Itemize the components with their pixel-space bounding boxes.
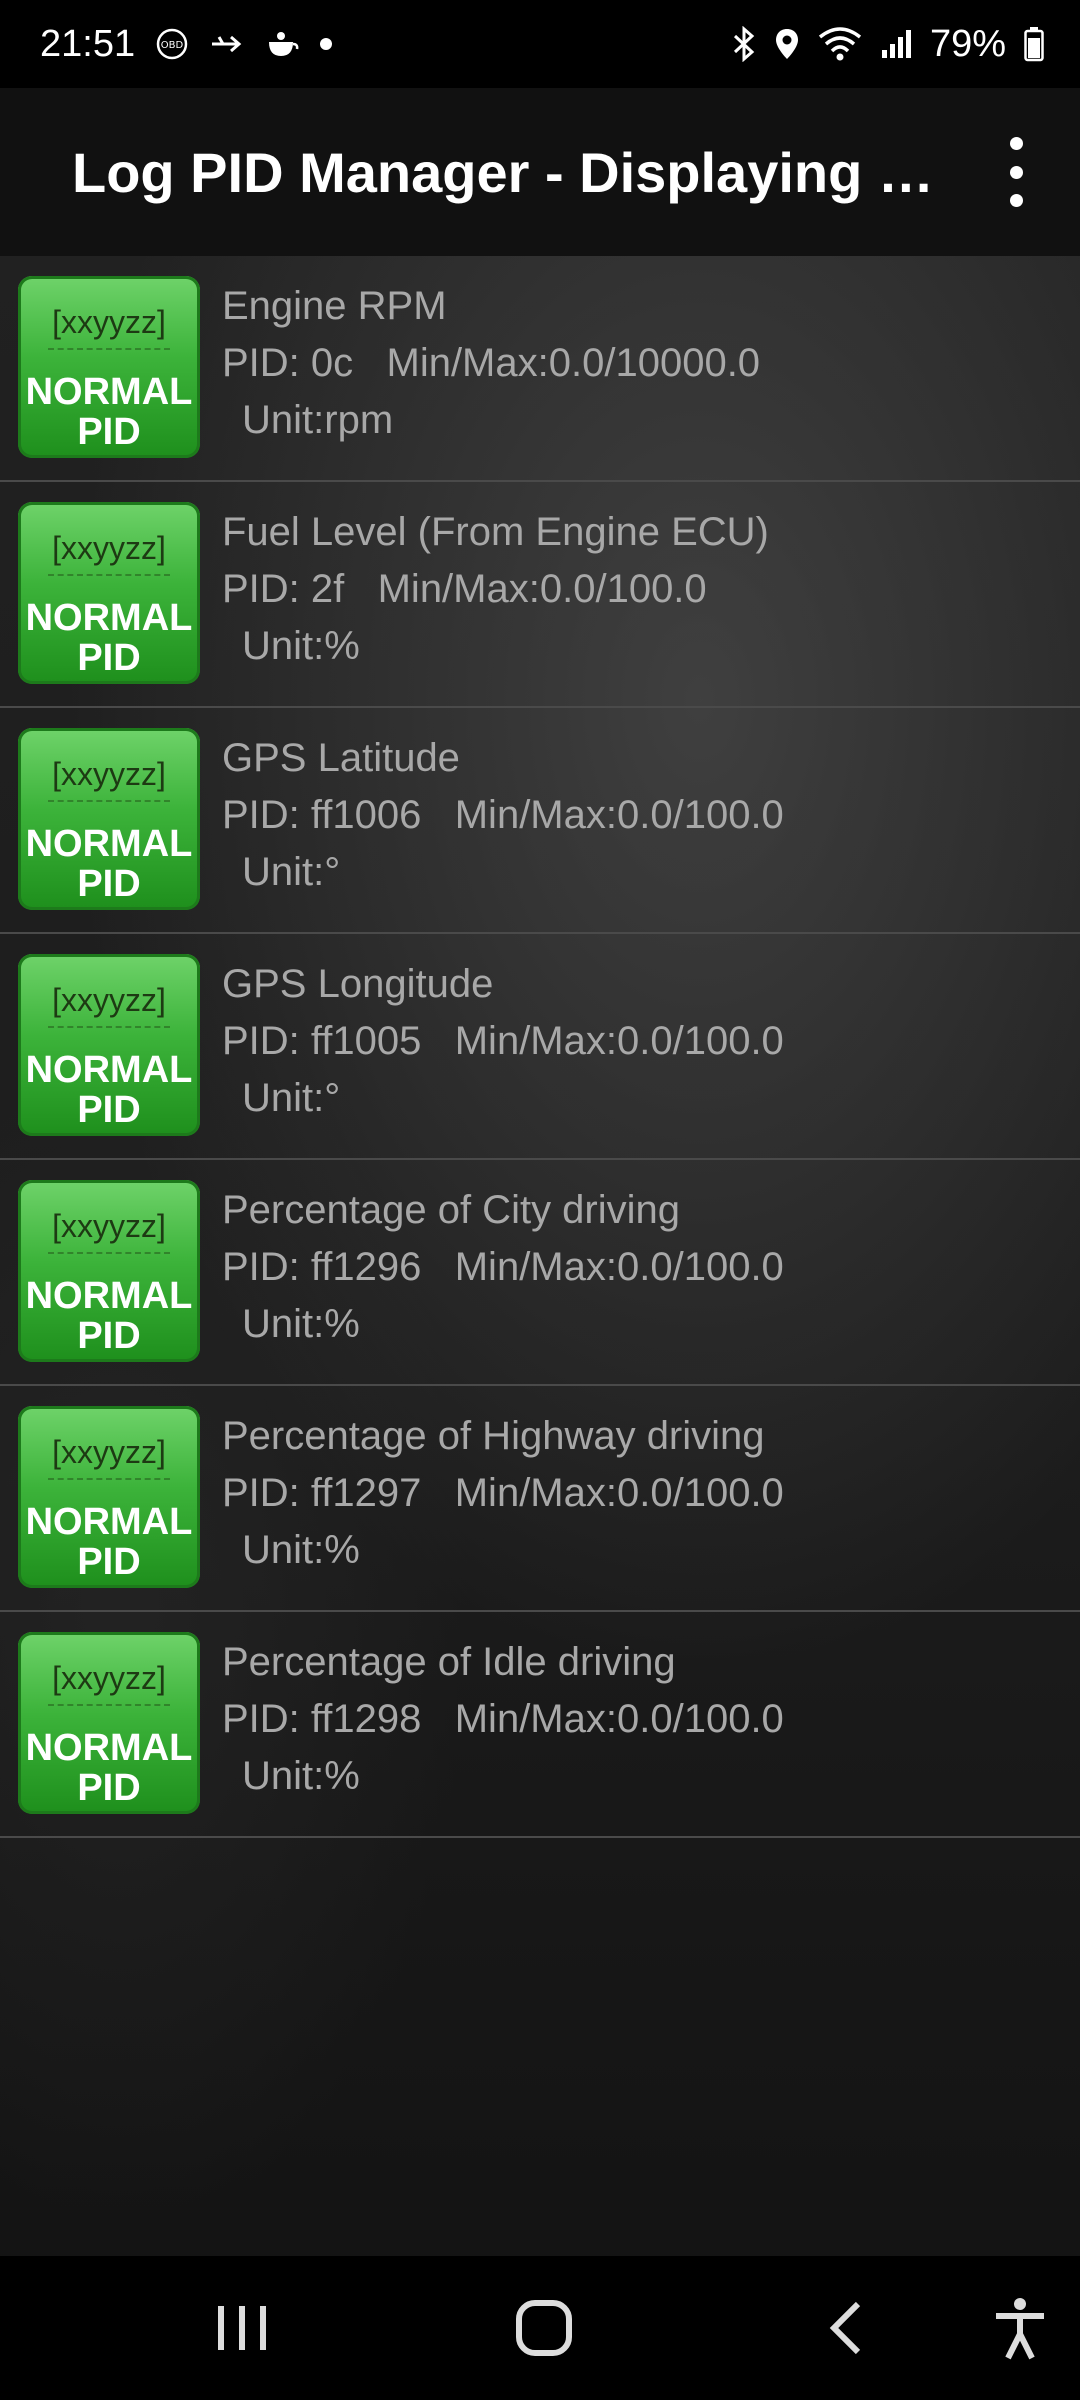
pid-details: PID: 2f Min/Max:0.0/100.0 [222,567,707,611]
page-title: Log PID Manager - Displaying Log PIDs [72,140,952,204]
badge-type-line2: PID [77,1089,141,1131]
badge-type-line2: PID [77,1541,141,1583]
list-item[interactable]: [xxyyzz] NORMAL PID Fuel Level (From Engi… [0,482,1080,708]
badge-code: [xxyyzz] [18,1208,200,1254]
bluetooth-icon [732,26,756,62]
pid-name: GPS Latitude [222,736,460,780]
accessibility-icon[interactable] [960,2256,1080,2400]
battery-icon [1024,26,1044,62]
badge-type: NORMAL PID [18,1276,200,1356]
badge-type: NORMAL PID [18,1502,200,1582]
recent-apps-icon[interactable] [182,2256,302,2400]
pid-details: PID: ff1298 Min/Max:0.0/100.0 [222,1697,784,1741]
badge-type-line1: NORMAL [25,1275,193,1317]
badge-type: NORMAL PID [18,1050,200,1130]
normal-pid-badge: [xxyyzz] NORMAL PID [18,1632,200,1814]
pid-unit: Unit:° [242,850,341,894]
obd-icon: OBD [155,27,189,61]
list-item[interactable]: [xxyyzz] NORMAL PID Percentage of Idle dr… [0,1612,1080,1838]
badge-code: [xxyyzz] [18,756,200,802]
pid-unit: Unit:rpm [242,398,394,442]
pid-unit: Unit:% [242,1528,360,1572]
list-item[interactable]: [xxyyzz] NORMAL PID GPS Latitude PID: ff1… [0,708,1080,934]
pid-name: Fuel Level (From Engine ECU) [222,510,769,554]
badge-type-line2: PID [77,863,141,905]
normal-pid-badge: [xxyyzz] NORMAL PID [18,276,200,458]
badge-type-line1: NORMAL [25,1727,193,1769]
navigation-bar [0,2256,1080,2400]
normal-pid-badge: [xxyyzz] NORMAL PID [18,1406,200,1588]
pid-details: PID: ff1297 Min/Max:0.0/100.0 [222,1471,784,1515]
badge-type-line1: NORMAL [25,1049,193,1091]
pid-name: Percentage of Highway driving [222,1414,765,1458]
normal-pid-badge: [xxyyzz] NORMAL PID [18,1180,200,1362]
teapot-icon [263,28,299,60]
pid-details: PID: ff1005 Min/Max:0.0/100.0 [222,1019,784,1063]
dot-icon [319,37,333,51]
badge-type-line1: NORMAL [25,371,193,413]
svg-text:OBD: OBD [161,40,184,51]
badge-code: [xxyyzz] [18,530,200,576]
pid-unit: Unit:% [242,624,360,668]
back-icon[interactable] [786,2256,906,2400]
usb-icon [209,29,243,59]
badge-code: [xxyyzz] [18,1660,200,1706]
pid-list: [xxyyzz] NORMAL PID Engine RPM PID: 0c Mi… [0,256,1080,1838]
badge-type: NORMAL PID [18,598,200,678]
pid-name: Engine RPM [222,284,447,328]
badge-type-line2: PID [77,637,141,679]
badge-code: [xxyyzz] [18,1434,200,1480]
home-icon[interactable] [484,2256,604,2400]
pid-name: Percentage of City driving [222,1188,681,1232]
badge-type-line2: PID [77,1315,141,1357]
badge-type-line1: NORMAL [25,1501,193,1543]
badge-type-line1: NORMAL [25,597,193,639]
badge-type: NORMAL PID [18,1728,200,1808]
badge-type-line1: NORMAL [25,823,193,865]
pid-unit: Unit:% [242,1754,360,1798]
battery-percent: 79% [929,22,1006,65]
badge-type-line2: PID [77,1767,141,1809]
pid-name: Percentage of Idle driving [222,1640,676,1684]
status-bar: 21:51 OBD 79% [0,0,1080,88]
badge-type: NORMAL PID [18,372,200,452]
list-item[interactable]: [xxyyzz] NORMAL PID Percentage of Highway… [0,1386,1080,1612]
wifi-icon [818,27,862,61]
location-icon [774,27,800,61]
more-vert-icon[interactable] [996,137,1036,207]
badge-type-line2: PID [77,411,141,453]
pid-details: PID: ff1006 Min/Max:0.0/100.0 [222,793,784,837]
pid-unit: Unit:% [242,1302,360,1346]
badge-code: [xxyyzz] [18,982,200,1028]
pid-name: GPS Longitude [222,962,494,1006]
pid-details: PID: 0c Min/Max:0.0/10000.0 [222,341,761,385]
app-bar: Log PID Manager - Displaying Log PIDs [0,88,1080,256]
signal-icon [880,28,912,60]
pid-unit: Unit:° [242,1076,341,1120]
list-item[interactable]: [xxyyzz] NORMAL PID Engine RPM PID: 0c Mi… [0,256,1080,482]
badge-type: NORMAL PID [18,824,200,904]
list-item[interactable]: [xxyyzz] NORMAL PID Percentage of City dr… [0,1160,1080,1386]
normal-pid-badge: [xxyyzz] NORMAL PID [18,954,200,1136]
pid-details: PID: ff1296 Min/Max:0.0/100.0 [222,1245,784,1289]
badge-code: [xxyyzz] [18,304,200,350]
status-time: 21:51 [40,22,136,65]
normal-pid-badge: [xxyyzz] NORMAL PID [18,728,200,910]
normal-pid-badge: [xxyyzz] NORMAL PID [18,502,200,684]
list-item[interactable]: [xxyyzz] NORMAL PID GPS Longitude PID: ff… [0,934,1080,1160]
